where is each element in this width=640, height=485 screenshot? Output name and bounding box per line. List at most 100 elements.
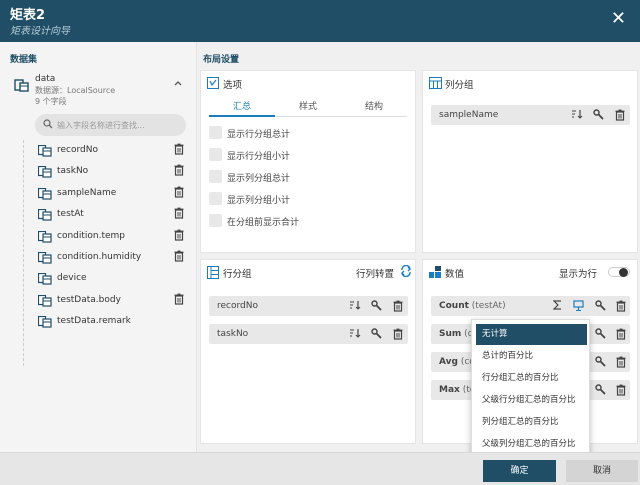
field-item[interactable]: taskNo [37, 163, 188, 181]
trash-icon[interactable] [174, 164, 184, 179]
ok-button[interactable]: 确定 [483, 460, 556, 482]
value-aggregate: Max [439, 385, 460, 395]
trash-icon[interactable] [393, 328, 403, 343]
close-icon[interactable]: ✕ [611, 10, 626, 28]
swap-icon[interactable] [400, 264, 412, 280]
show-as-row-label: 显示为行 [559, 269, 598, 280]
field-icon [37, 209, 52, 224]
row-groups-panel: 行分组 行列转置 recordNo taskNo [200, 259, 416, 444]
layout-section-label: 布局设置 [203, 55, 240, 65]
sort-icon[interactable] [571, 109, 583, 122]
trash-icon[interactable] [616, 328, 626, 343]
wrench-icon[interactable] [371, 328, 382, 342]
checkbox[interactable] [209, 214, 222, 227]
trash-icon[interactable] [616, 384, 626, 399]
calculation-icon[interactable] [573, 300, 584, 314]
trash-icon[interactable] [393, 300, 403, 315]
field-search-input[interactable]: 输入字段名称进行查找... [35, 114, 186, 136]
checkbox[interactable] [209, 148, 222, 161]
field-item[interactable]: device [37, 270, 188, 288]
checkbox[interactable] [209, 192, 222, 205]
option-label: 显示行分组小计 [227, 152, 291, 162]
option-row-grand-total[interactable]: 显示行分组总计 [209, 125, 399, 141]
checkbox[interactable] [209, 126, 222, 139]
row-label: taskNo [217, 329, 249, 339]
column-groups-panel: 列分组 sampleName [422, 70, 638, 253]
field-label: testAt [57, 209, 84, 220]
wrench-icon[interactable] [595, 356, 606, 370]
field-label: condition.temp [57, 230, 126, 241]
option-total-before-group[interactable]: 在分组前显示合计 [209, 213, 399, 229]
tab-structure[interactable]: 结构 [341, 99, 407, 112]
sort-icon[interactable] [349, 328, 361, 341]
option-row-subtotal[interactable]: 显示行分组小计 [209, 147, 399, 163]
options-icon [207, 77, 219, 92]
search-icon [43, 119, 53, 132]
field-label: sampleName [57, 187, 117, 198]
datasource-item[interactable]: data 数据源：LocalSource 9 个字段 [10, 74, 190, 110]
trash-icon[interactable] [616, 300, 626, 315]
field-item[interactable]: testAt [37, 206, 188, 224]
dialog-subtitle: 矩表设计向导 [10, 26, 70, 37]
field-item[interactable]: condition.temp [37, 228, 188, 246]
field-item[interactable]: condition.humidity [37, 249, 188, 267]
datasource-icon [14, 78, 30, 95]
tab-style[interactable]: 样式 [275, 99, 341, 112]
field-item[interactable]: testData.remark [37, 313, 188, 331]
option-label: 显示列分组小计 [227, 196, 291, 206]
option-label: 显示列分组总计 [227, 174, 291, 184]
option-col-subtotal[interactable]: 显示列分组小计 [209, 191, 399, 207]
field-icon [37, 187, 52, 203]
calculation-menu-item[interactable]: 行分组汇总的百分比 [476, 368, 587, 389]
trash-icon[interactable] [616, 356, 626, 371]
field-label: condition.humidity [57, 252, 142, 262]
field-item[interactable]: recordNo [37, 142, 188, 160]
field-label: recordNo [57, 145, 98, 155]
cancel-button[interactable]: 取消 [566, 460, 638, 482]
trash-icon[interactable] [174, 186, 184, 201]
trash-icon[interactable] [174, 293, 184, 308]
field-icon [37, 294, 52, 310]
option-col-grand-total[interactable]: 显示列分组总计 [209, 169, 399, 185]
field-icon [37, 273, 52, 288]
value-aggregate: Sum [439, 329, 462, 339]
field-icon [37, 144, 52, 160]
wrench-icon[interactable] [595, 300, 606, 314]
row-group-item[interactable]: recordNo [209, 296, 408, 316]
dialog-title: 矩表2 [10, 8, 46, 23]
calculation-menu-item[interactable]: 无计算 [476, 324, 587, 345]
field-item[interactable]: testData.body [37, 292, 188, 310]
field-icon [37, 251, 52, 267]
tab-summary[interactable]: 汇总 [209, 99, 275, 112]
chevron-up-icon[interactable] [174, 78, 182, 89]
dialog-header: 矩表2 矩表设计向导 ✕ [0, 0, 640, 42]
wrench-icon[interactable] [595, 384, 606, 398]
column-group-icon [429, 77, 442, 92]
calculation-menu-item[interactable]: 父级行分组汇总的百分比 [476, 390, 587, 411]
trash-icon[interactable] [615, 109, 625, 124]
trash-icon[interactable] [174, 229, 184, 244]
value-item[interactable]: Count (testAt) [431, 296, 630, 316]
value-field: (testAt) [468, 301, 506, 311]
row-group-item[interactable]: taskNo [209, 324, 408, 344]
column-group-item[interactable]: sampleName [431, 105, 630, 125]
sort-icon[interactable] [349, 300, 361, 313]
swap-rows-columns-label[interactable]: 行列转置 [356, 266, 394, 280]
checkbox[interactable] [209, 170, 222, 183]
wrench-icon[interactable] [593, 109, 604, 123]
trash-icon[interactable] [174, 143, 184, 158]
trash-icon[interactable] [174, 250, 184, 265]
datasource-name: data [35, 74, 56, 84]
trash-icon[interactable] [174, 207, 184, 222]
sigma-icon[interactable] [552, 300, 562, 313]
field-icon [37, 316, 52, 331]
option-label: 显示行分组总计 [227, 130, 291, 140]
field-item[interactable]: sampleName [37, 185, 188, 203]
option-label: 在分组前显示合计 [227, 218, 300, 228]
wrench-icon[interactable] [595, 328, 606, 342]
calculation-menu-item[interactable]: 总计的百分比 [476, 346, 587, 367]
wrench-icon[interactable] [371, 300, 382, 314]
field-label: taskNo [57, 166, 89, 177]
show-as-row-toggle[interactable] [608, 267, 630, 277]
calculation-menu-item[interactable]: 列分组汇总的百分比 [476, 412, 587, 433]
